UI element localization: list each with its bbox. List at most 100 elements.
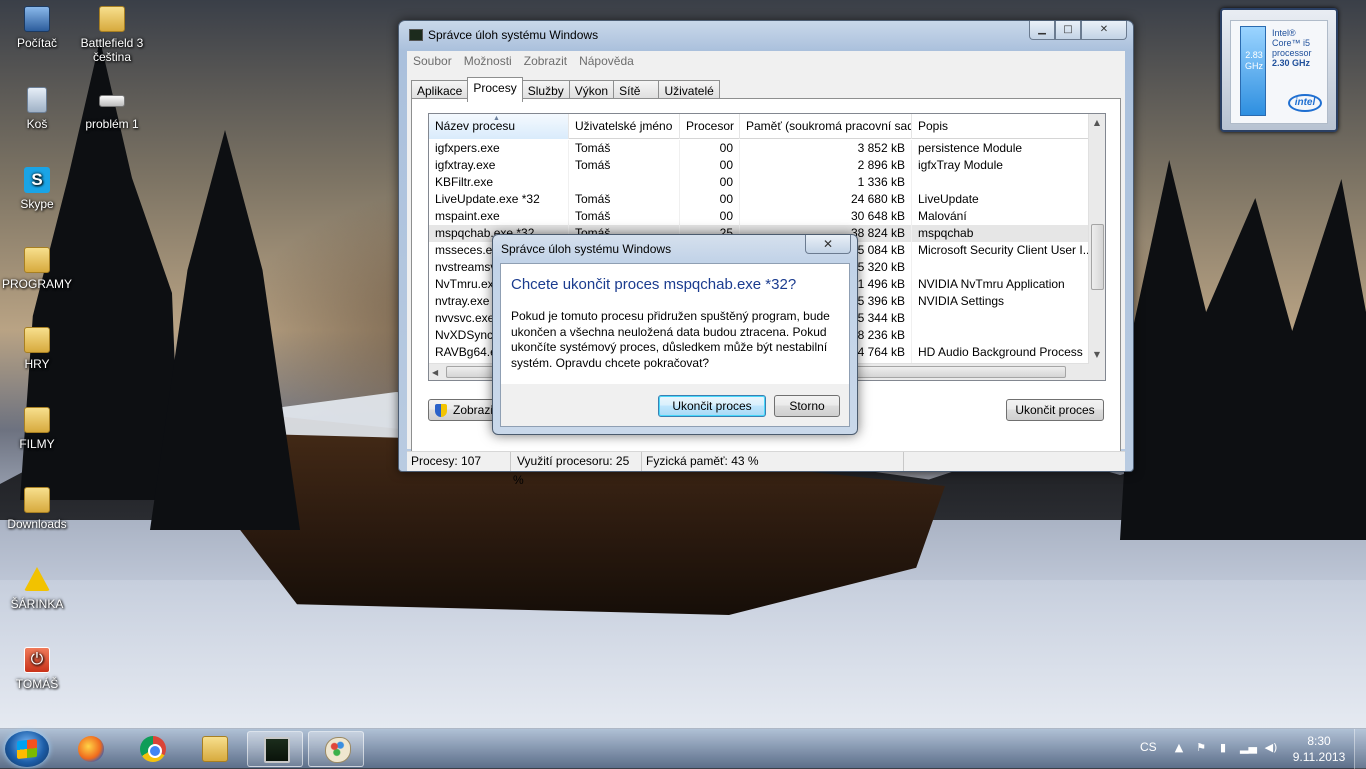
folder-icon (99, 6, 125, 32)
cell-desc: igfxTray Module (918, 158, 1003, 172)
cpu-speed-unit: GHz (1245, 61, 1263, 71)
taskbar-explorer[interactable] (186, 731, 242, 767)
scroll-up-icon[interactable]: ▲ (1089, 114, 1105, 131)
cell-cpu: 00 (680, 157, 740, 174)
window-title: Správce úloh systému Windows (409, 21, 598, 49)
menu-zobrazit[interactable]: Zobrazit (518, 51, 573, 71)
volume-icon[interactable]: ◀) (1264, 741, 1278, 755)
table-row[interactable]: LiveUpdate.exe *32 Tomáš 00 24 680 kB LiveUp… (429, 191, 1089, 208)
status-memory-text: Fyzická paměť: 43 % (646, 454, 759, 468)
skype-icon: S (24, 167, 50, 193)
menu-moznosti[interactable]: Možnosti (458, 51, 518, 71)
status-processes: Procesy: 107 (407, 452, 511, 471)
minimize-button[interactable]: ▁ (1029, 21, 1055, 40)
cpu-brand-line: processor (1272, 48, 1312, 58)
desktop-icon-recycle-bin[interactable]: Koš (0, 87, 75, 131)
cell-cpu: 00 (680, 174, 740, 191)
menu-napoveda[interactable]: Nápověda (573, 51, 640, 71)
column-header-user[interactable]: Uživatelské jméno (569, 114, 680, 139)
paint-icon (325, 737, 351, 763)
desktop-icon-hry[interactable]: HRY (0, 327, 75, 371)
language-indicator[interactable]: CS (1140, 740, 1157, 756)
scroll-thumb[interactable] (1091, 224, 1104, 290)
desktop-icon-filmy[interactable]: FILMY (0, 407, 75, 451)
table-row[interactable]: igfxtray.exe Tomáš 00 2 896 kB igfxTray Modu… (429, 157, 1089, 174)
desktop-icon-battlefield[interactable]: Battlefield 3 čeština (74, 6, 150, 64)
desktop-icon-label: TOMÁŠ (15, 677, 59, 691)
taskbar: CS ▲ ⚑ ▮ ▂▄ ◀) 8:30 9.11.2013 (0, 728, 1366, 769)
warning-icon (24, 567, 50, 591)
desktop-icon-computer[interactable]: Počítač (0, 6, 75, 50)
sort-ascending-icon: ▲ (493, 115, 500, 122)
tab-procesy[interactable]: Procesy (467, 77, 523, 102)
table-row[interactable]: KBFiltr.exe 00 1 336 kB (429, 174, 1089, 191)
close-button[interactable]: ✕ (1081, 21, 1127, 40)
clock-date: 9.11.2013 (1292, 750, 1346, 764)
desktop-icon-label: Downloads (7, 517, 67, 531)
taskbar-task-manager[interactable] (247, 731, 303, 767)
firefox-icon (78, 736, 104, 762)
cell-mem: 1 336 kB (740, 174, 912, 191)
cell-desc: Malování (918, 209, 967, 223)
clock[interactable]: 8:30 9.11.2013 (1290, 733, 1348, 765)
desktop-icon-label: Koš (26, 117, 48, 131)
desktop-icon-tomas[interactable]: ⏻ TOMÁŠ (0, 647, 75, 691)
column-header-cpu[interactable]: Procesor (680, 114, 740, 139)
menu-bar: Soubor Možnosti Zobrazit Nápověda (407, 51, 1125, 71)
cpu-gadget[interactable]: 2.83 GHz Intel® Core™ i5 processor 2.30 … (1220, 8, 1338, 132)
cpu-brand: Intel® Core™ i5 processor 2.30 GHz (1272, 28, 1312, 68)
end-process-button[interactable]: Ukončit proces (1006, 399, 1104, 421)
status-cpu: Využití procesoru: 25 % (511, 452, 642, 487)
power-icon: ⏻ (24, 647, 50, 673)
cell-desc (912, 327, 1089, 344)
cell-cpu: 00 (680, 191, 740, 208)
cell-user: Tomáš (569, 157, 680, 174)
cpu-speed-value: 2.83 (1245, 50, 1263, 60)
scroll-down-icon[interactable]: ▼ (1089, 346, 1105, 363)
chrome-icon (140, 736, 166, 762)
column-header-description[interactable]: Popis (912, 114, 1089, 139)
desktop-icon-programy[interactable]: PROGRAMY (0, 247, 75, 291)
desktop-icon-skype[interactable]: S Skype (0, 167, 75, 211)
taskbar-chrome[interactable] (124, 731, 180, 767)
clock-time: 8:30 (1307, 734, 1331, 748)
show-hidden-icons-icon[interactable]: ▲ (1172, 741, 1186, 755)
menu-soubor[interactable]: Soubor (407, 51, 458, 71)
cell-mem: 24 680 kB (740, 191, 912, 208)
vertical-scrollbar[interactable]: ▲ ▼ (1088, 114, 1105, 380)
explorer-icon (202, 736, 228, 762)
cpu-brand-line: Intel® (1272, 28, 1296, 38)
table-row[interactable]: igfxpers.exe Tomáš 00 3 852 kB persistence M… (429, 140, 1089, 157)
device-icon[interactable]: ▮ (1216, 741, 1230, 755)
network-signal-icon[interactable]: ▂▄ (1240, 741, 1257, 755)
desktop-icon-problem[interactable]: problém 1 (74, 87, 150, 131)
folder-icon (24, 247, 50, 273)
cell-desc (912, 310, 1089, 327)
desktop-icon-sarinka[interactable]: ŠÁRINKA (0, 567, 75, 611)
confirm-end-process-button[interactable]: Ukončit proces (658, 395, 766, 417)
taskbar-paint[interactable] (308, 731, 364, 767)
dialog-close-button[interactable]: ✕ (805, 235, 851, 254)
desktop-icon-label: problém 1 (85, 117, 139, 131)
cell-cpu: 00 (680, 208, 740, 225)
action-center-flag-icon[interactable]: ⚑ (1194, 741, 1208, 755)
column-header-name[interactable]: ▲ Název procesu (429, 114, 569, 139)
desktop-icon-downloads[interactable]: Downloads (0, 487, 75, 531)
cell-desc: NVIDIA Settings (918, 294, 1005, 308)
cell-name: igfxtray.exe (429, 157, 569, 174)
cancel-button[interactable]: Storno (774, 395, 840, 417)
taskbar-firefox[interactable] (62, 731, 118, 767)
status-processes-text: Procesy: 107 (411, 454, 482, 468)
uac-shield-icon (435, 404, 447, 417)
cell-desc (912, 259, 1089, 276)
cpu-speed-readout: 2.83 GHz (1241, 50, 1267, 72)
cell-user: Tomáš (569, 208, 680, 225)
desktop-icon-label: FILMY (19, 437, 55, 451)
status-memory: Fyzická paměť: 43 % (642, 452, 904, 471)
scroll-left-icon[interactable]: ◀ (432, 364, 438, 380)
start-button[interactable] (5, 731, 49, 767)
table-row[interactable]: mspaint.exe Tomáš 00 30 648 kB Malování (429, 208, 1089, 225)
show-desktop-button[interactable] (1354, 729, 1366, 769)
maximize-button[interactable]: □ (1055, 21, 1081, 40)
column-header-memory[interactable]: Paměť (soukromá pracovní sada) (740, 114, 912, 139)
